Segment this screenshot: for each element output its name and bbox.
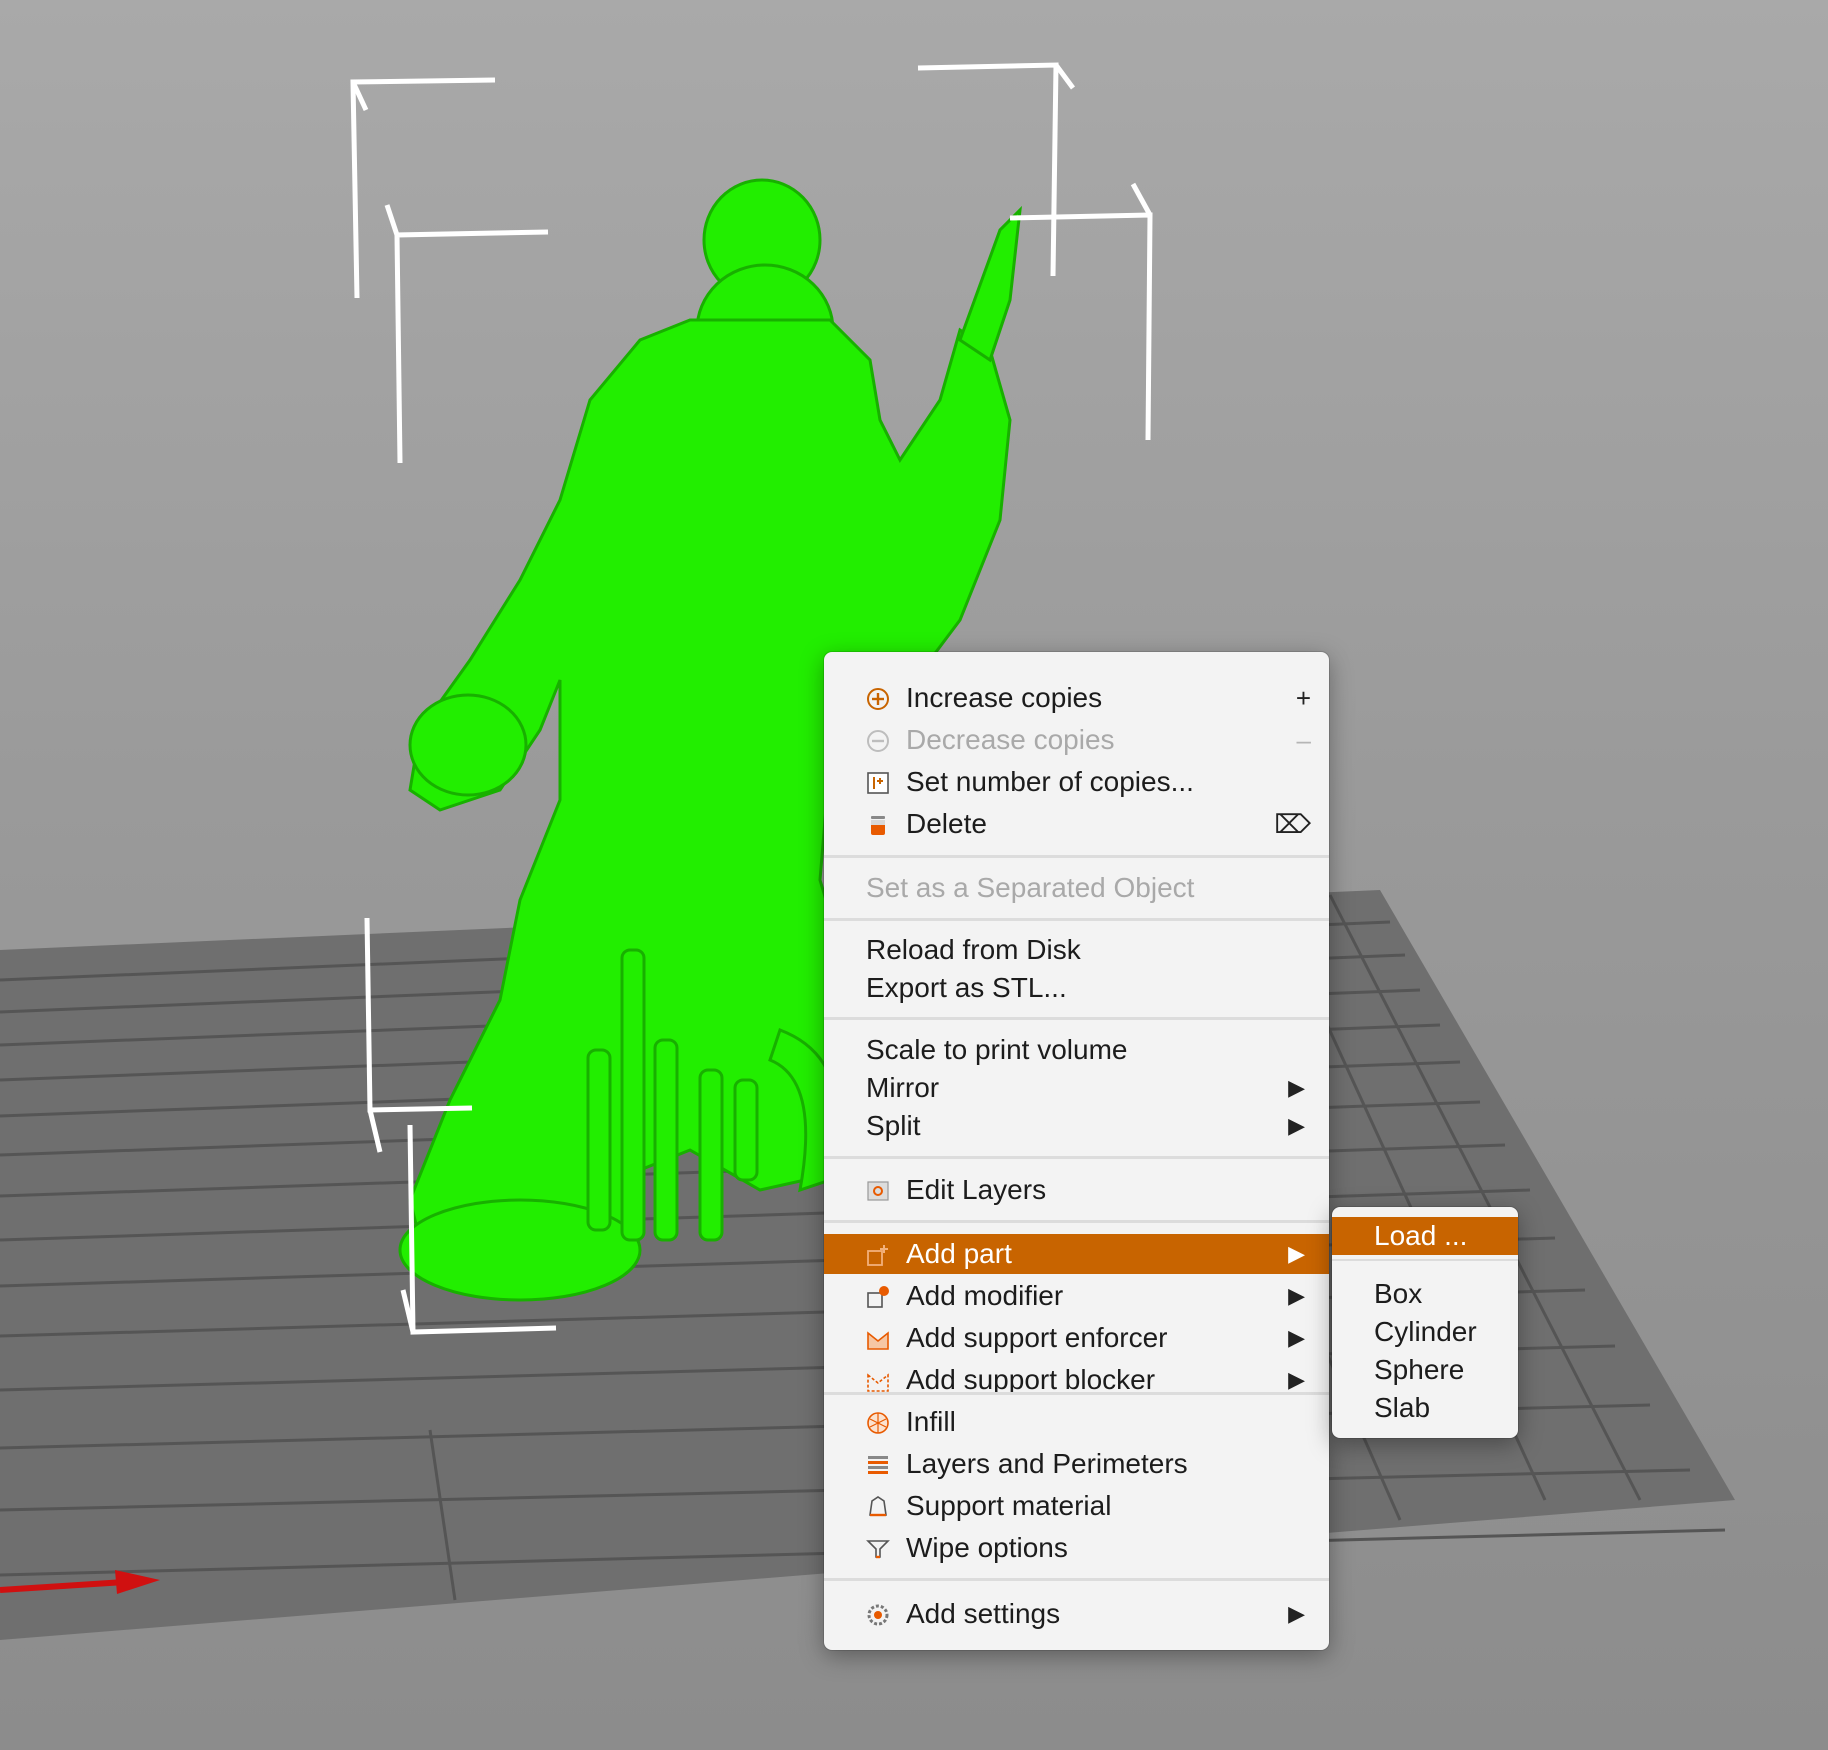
menu-item-label: Layers and Perimeters [906,1448,1188,1479]
add-part-icon [867,1245,888,1266]
submenu-item-cylinder[interactable]: Cylinder [1332,1313,1518,1351]
menu-separator [824,855,1329,858]
submenu-arrow-icon: ▶ [1288,1113,1305,1138]
menu-item-edit-layers[interactable]: Edit Layers [824,1170,1329,1210]
edit-layers-icon [867,1181,889,1201]
menu-item-label: Set as a Separated Object [866,872,1195,903]
menu-item-label: Set number of copies... [906,766,1194,797]
menu-separator [824,1220,1329,1223]
menu-item-export-as-stl[interactable]: Export as STL... [824,968,1329,1008]
submenu-item-box[interactable]: Box [1332,1275,1518,1313]
submenu-item-load[interactable]: Load ... [1332,1217,1518,1255]
menu-separator [824,1578,1329,1581]
support-blocker-icon [867,1373,889,1392]
menu-item-label: Infill [906,1406,956,1437]
submenu-item-label: Load ... [1374,1220,1468,1251]
submenu-item-label: Box [1374,1278,1423,1309]
submenu-item-label: Sphere [1374,1354,1465,1385]
menu-item-split[interactable]: Split ▶ [824,1106,1329,1146]
menu-item-add-modifier[interactable]: Add modifier ▶ [824,1276,1329,1316]
menu-item-set-as-separated-object[interactable]: Set as a Separated Object [824,868,1329,908]
menu-item-label: Decrease copies [906,724,1115,755]
object-context-menu: Increase copies + Decrease copies – Set … [824,652,1329,1650]
menu-item-set-number-of-copies[interactable]: Set number of copies... [824,762,1329,802]
menu-item-add-part[interactable]: Add part ▶ [824,1234,1329,1274]
menu-item-label: Export as STL... [866,972,1067,1003]
menu-item-decrease-copies[interactable]: Decrease copies – [824,720,1329,760]
add-modifier-icon [867,1286,889,1308]
wipe-icon [866,1540,890,1559]
menu-separator [824,1017,1329,1020]
menu-item-label: Scale to print volume [866,1034,1128,1065]
submenu-arrow-icon: ▶ [1288,1075,1305,1100]
submenu-item-sphere[interactable]: Sphere [1332,1351,1518,1389]
layers-icon [868,1456,888,1474]
menu-item-label: Add modifier [906,1280,1064,1311]
menu-item-label: Edit Layers [906,1174,1047,1205]
menu-item-label: Support material [906,1490,1112,1521]
menu-item-label: Wipe options [906,1532,1068,1563]
submenu-arrow-icon: ▶ [1288,1601,1305,1626]
menu-item-reload-from-disk[interactable]: Reload from Disk [824,930,1329,970]
submenu-arrow-icon: ▶ [1288,1325,1305,1350]
add-part-submenu: Load ... Box Cylinder Sphere Slab [1332,1207,1518,1438]
menu-item-label: Add part [906,1238,1012,1269]
menu-item-increase-copies[interactable]: Increase copies + [824,678,1329,718]
menu-item-scale-to-print-volume[interactable]: Scale to print volume [824,1030,1329,1070]
submenu-item-slab[interactable]: Slab [1332,1389,1518,1427]
plus-circle-icon [867,688,889,710]
menu-item-label: Mirror [866,1072,940,1103]
menu-separator [1332,1259,1518,1261]
menu-item-label: Reload from Disk [866,934,1081,965]
menu-item-mirror[interactable]: Mirror ▶ [824,1068,1329,1108]
menu-item-label: Add support enforcer [906,1322,1168,1353]
menu-item-label: Delete [906,808,987,839]
support-enforcer-icon [867,1331,889,1350]
menu-separator [824,1156,1329,1159]
menu-separator [824,1392,1329,1395]
settings-gear-icon [867,1604,889,1626]
submenu-item-label: Cylinder [1374,1316,1477,1347]
menu-item-layers-and-perimeters[interactable]: Layers and Perimeters [824,1444,1329,1484]
trash-icon [871,816,885,835]
menu-separator [824,918,1329,921]
submenu-arrow-icon: ▶ [1288,1241,1305,1266]
infill-icon [867,1412,889,1434]
support-material-icon [869,1496,887,1517]
submenu-arrow-icon: ▶ [1288,1283,1305,1308]
submenu-item-label: Slab [1374,1392,1431,1423]
menu-item-delete[interactable]: Delete ⌦ [824,804,1329,844]
menu-item-infill[interactable]: Infill [824,1402,1329,1442]
shortcut-label: – [1296,724,1311,755]
menu-item-label: Split [866,1110,921,1141]
shortcut-label: ⌦ [1274,808,1311,839]
shortcut-label: + [1295,682,1311,713]
menu-item-add-settings[interactable]: Add settings ▶ [824,1594,1329,1634]
menu-item-support-material[interactable]: Support material [824,1486,1329,1526]
menu-item-label: Increase copies [906,682,1103,713]
submenu-arrow-icon: ▶ [1288,1367,1305,1392]
menu-item-label: Add settings [906,1598,1061,1629]
minus-circle-icon [867,730,889,752]
copies-icon [867,772,889,794]
menu-item-add-support-enforcer[interactable]: Add support enforcer ▶ [824,1318,1329,1358]
menu-item-wipe-options[interactable]: Wipe options [824,1528,1329,1568]
